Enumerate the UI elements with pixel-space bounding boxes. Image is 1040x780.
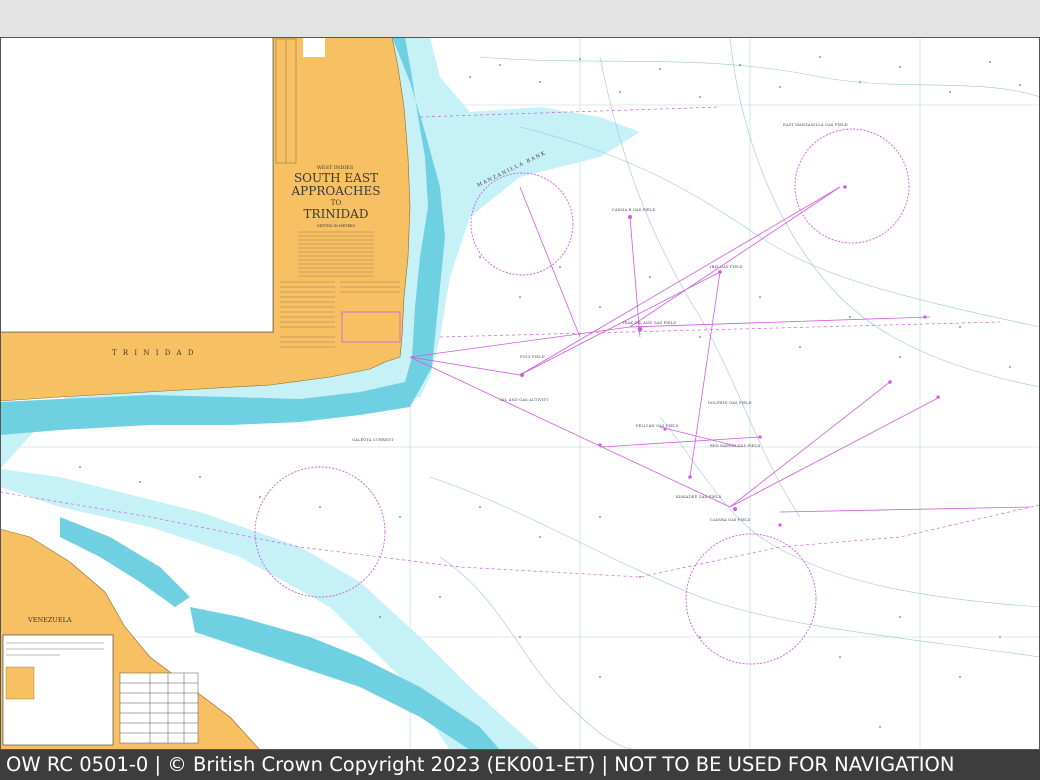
source-diagram-inset [2,634,114,746]
platform-markers [520,185,940,527]
label-kiskadee: KISKADEE GAS FIELD [676,495,721,499]
label-poui: POUI FIELD [520,355,545,359]
label-cassra: CASSRA GAS FIELD [710,518,751,522]
copyright-footer: OW RC 0501-0 | © British Crown Copyright… [0,750,1040,780]
chart-canvas[interactable]: WEST INDIES SOUTH EAST APPROACHES TO TRI… [0,37,1040,750]
chart-title-block: WEST INDIES SOUTH EAST APPROACHES TO TRI… [291,165,381,228]
label-galeota-current: GALEOTA CURRENT [352,438,394,442]
inset-corner [303,37,325,57]
title-depths: DEPTHS IN METRES [317,224,356,228]
title-line-2: APPROACHES [291,184,381,198]
restricted-area-east-manzanilla [794,128,910,244]
title-line-1: SOUTH EAST [294,171,378,185]
pipelines [409,186,1031,513]
label-cassia-b: CASSIA B GAS FIELD [612,208,656,212]
label-red-mango: RED MANGO GAS FIELD [710,444,760,448]
label-dolphin: DOLPHIN GAS FIELD [708,401,752,405]
label-teak: TEAK OIL AND GAS FIELD [622,321,676,325]
chart-limit-inset [0,37,274,333]
nautical-chart[interactable]: WEST INDIES SOUTH EAST APPROACHES TO TRI… [0,37,1040,750]
label-east-manzanilla: EAST MANZANILLA GAS FIELD [783,123,848,127]
label-venezuela: VENEZUELA [27,616,72,624]
title-line-4: TRINIDAD [304,207,369,221]
label-trinidad: T R I N I D A D [112,349,195,357]
viewer-top-bar [0,0,1040,37]
tidal-levels-table [119,672,199,744]
label-pelican: PELICAN GAS FIELD [636,424,679,428]
label-oil-gas-activity: OIL AND GAS ACTIVITY [500,398,549,402]
label-ibis: IBIS GAS FIELD [710,265,743,269]
title-line-3: TO [331,199,342,207]
